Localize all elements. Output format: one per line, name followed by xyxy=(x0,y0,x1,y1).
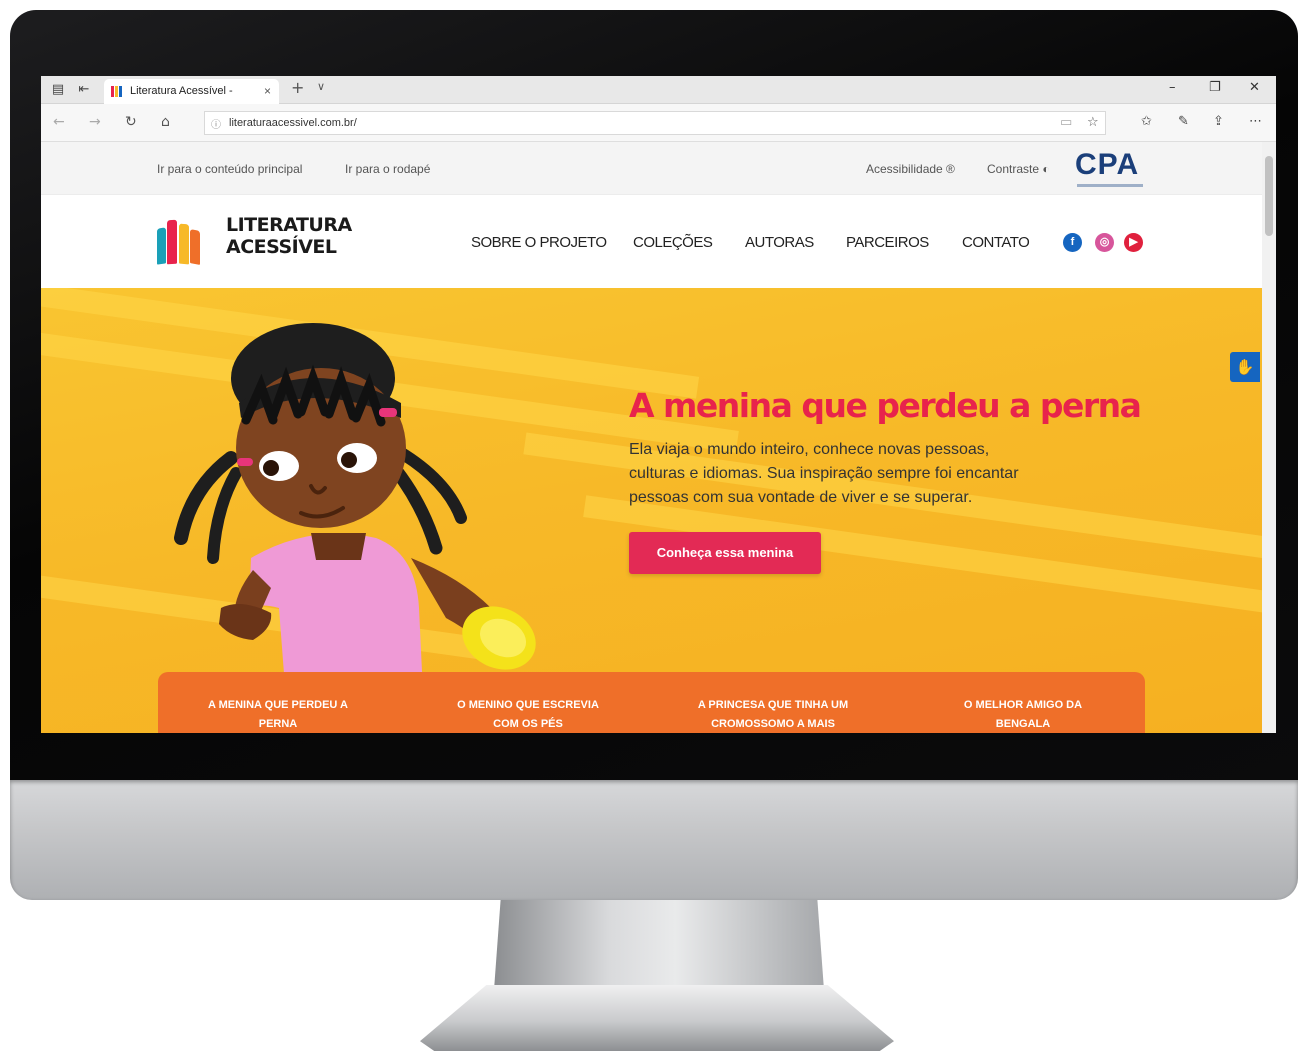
skip-to-content-link[interactable]: Ir para o conteúdo principal xyxy=(157,162,302,176)
scrollbar-thumb[interactable] xyxy=(1265,156,1273,236)
browser-window: ▤ ⇤ Literatura Acessível - × + ∨ – ❐ ✕ ←… xyxy=(41,76,1276,733)
hero-title: A menina que perdeu a perna xyxy=(629,386,1142,425)
nav-parceiros[interactable]: PARCEIROS xyxy=(846,234,929,251)
favorites-icon[interactable]: ✩ xyxy=(1141,114,1152,129)
book-tab-label: A MENINA QUE PERDEU A xyxy=(208,699,348,711)
close-window-button[interactable]: ✕ xyxy=(1249,80,1260,95)
facebook-icon[interactable]: f xyxy=(1063,233,1082,252)
tab-actions-icon[interactable]: ▤ xyxy=(49,81,67,99)
site-favicon-icon xyxy=(111,86,123,97)
accessibility-bar: Ir para o conteúdo principal Ir para o r… xyxy=(41,142,1262,195)
nav-autoras[interactable]: AUTORAS xyxy=(745,234,814,251)
address-bar: ← → ↻ ⌂ ⓘ literaturaacessivel.com.br/ ▭ … xyxy=(41,104,1276,142)
girl-illustration xyxy=(174,323,536,733)
nav-sobre-o-projeto[interactable]: SOBRE O PROJETO xyxy=(471,234,607,251)
favorite-star-icon[interactable]: ☆ xyxy=(1087,115,1099,130)
contrast-toggle[interactable]: Contraste ◐ xyxy=(987,162,1050,176)
skip-to-footer-link[interactable]: Ir para o rodapé xyxy=(345,162,430,176)
hero-text-line: culturas e idiomas. Sua inspiração sempr… xyxy=(629,465,1019,482)
book-tab-menino[interactable]: O MENINO QUE ESCREVIA COM OS PÉS xyxy=(413,696,643,733)
minimize-button[interactable]: – xyxy=(1169,80,1176,95)
book-logo-icon[interactable] xyxy=(157,218,209,265)
back-arrow-icon[interactable]: ← xyxy=(53,114,65,130)
book-tab-label: A PRINCESA QUE TINHA UM xyxy=(697,699,849,711)
book-tab-label: CROMOSSOMO A MAIS xyxy=(711,718,835,730)
browser-tab[interactable]: Literatura Acessível - × xyxy=(104,79,279,104)
book-tab-label: BENGALA xyxy=(995,718,1051,730)
site-info-icon[interactable]: ⓘ xyxy=(211,116,221,131)
site-header: LITERATURA ACESSÍVEL SOBRE O PROJETO COL… xyxy=(41,196,1262,288)
hero-text-line: pessoas com sua vontade de viver e se su… xyxy=(629,489,973,506)
pen-icon[interactable]: ✎ xyxy=(1178,114,1189,129)
meet-the-girl-button[interactable]: Conheça essa menina xyxy=(629,532,821,574)
accessibility-link[interactable]: Acessibilidade ® xyxy=(866,162,955,176)
book-tab-menina[interactable]: A MENINA QUE PERDEU A PERNA xyxy=(163,696,393,733)
instagram-icon[interactable]: ◎ xyxy=(1095,233,1114,252)
nav-contato[interactable]: CONTATO xyxy=(962,234,1030,251)
tab-title: Literatura Acessível - xyxy=(130,85,233,97)
youtube-icon[interactable]: ▶ xyxy=(1124,233,1143,252)
monitor-stand xyxy=(494,900,824,990)
logo-wordmark-line2[interactable]: ACESSÍVEL xyxy=(226,236,337,258)
book-tab-label: O MELHOR AMIGO DA xyxy=(963,699,1083,711)
nav-colecoes[interactable]: COLEÇÕES xyxy=(633,234,713,251)
url-text: literaturaacessivel.com.br/ xyxy=(229,117,357,129)
hero-banner: A menina que perdeu a perna Ela viaja o … xyxy=(41,288,1262,733)
new-tab-button[interactable]: + xyxy=(291,78,304,97)
cpa-logo[interactable]: CPA xyxy=(1075,148,1155,192)
share-icon[interactable]: ⇪ xyxy=(1213,114,1224,129)
tab-list-chevron-icon[interactable]: ∨ xyxy=(317,80,325,93)
book-tab-bengala[interactable]: O MELHOR AMIGO DA BENGALA xyxy=(908,696,1138,733)
sign-language-widget-icon[interactable]: ✋ xyxy=(1230,352,1260,382)
reading-view-icon[interactable]: ▭ xyxy=(1060,115,1072,130)
web-page: Ir para o conteúdo principal Ir para o r… xyxy=(41,142,1262,733)
book-tabs-bar: A MENINA QUE PERDEU A PERNA O MENINO QUE… xyxy=(158,672,1145,733)
monitor-base xyxy=(420,985,894,1051)
hero-description: Ela viaja o mundo inteiro, conhece novas… xyxy=(629,438,1089,510)
monitor-chin xyxy=(10,780,1298,900)
book-tab-label: O MENINO QUE ESCREVIA xyxy=(457,699,599,711)
book-tab-label: COM OS PÉS xyxy=(493,718,563,730)
page-scrollbar[interactable] xyxy=(1262,142,1276,733)
url-field[interactable]: ⓘ literaturaacessivel.com.br/ ▭ ☆ xyxy=(204,111,1106,135)
set-aside-tabs-icon[interactable]: ⇤ xyxy=(75,81,93,99)
forward-arrow-icon[interactable]: → xyxy=(89,114,101,130)
restore-button[interactable]: ❐ xyxy=(1209,80,1221,95)
home-icon[interactable]: ⌂ xyxy=(161,114,170,130)
cpa-logo-text: CPA xyxy=(1075,148,1140,181)
tab-close-icon[interactable]: × xyxy=(264,79,271,104)
tab-strip: ▤ ⇤ Literatura Acessível - × + ∨ – ❐ ✕ xyxy=(41,76,1276,104)
hero-text-line: Ela viaja o mundo inteiro, conhece novas… xyxy=(629,441,990,458)
cpa-logo-underline xyxy=(1077,184,1143,187)
book-tab-princesa[interactable]: A PRINCESA QUE TINHA UM CROMOSSOMO A MAI… xyxy=(658,696,888,733)
book-tab-label: PERNA xyxy=(258,718,298,730)
refresh-icon[interactable]: ↻ xyxy=(125,114,137,130)
logo-wordmark-line1[interactable]: LITERATURA xyxy=(226,214,352,236)
more-menu-icon[interactable]: ⋯ xyxy=(1249,114,1262,129)
